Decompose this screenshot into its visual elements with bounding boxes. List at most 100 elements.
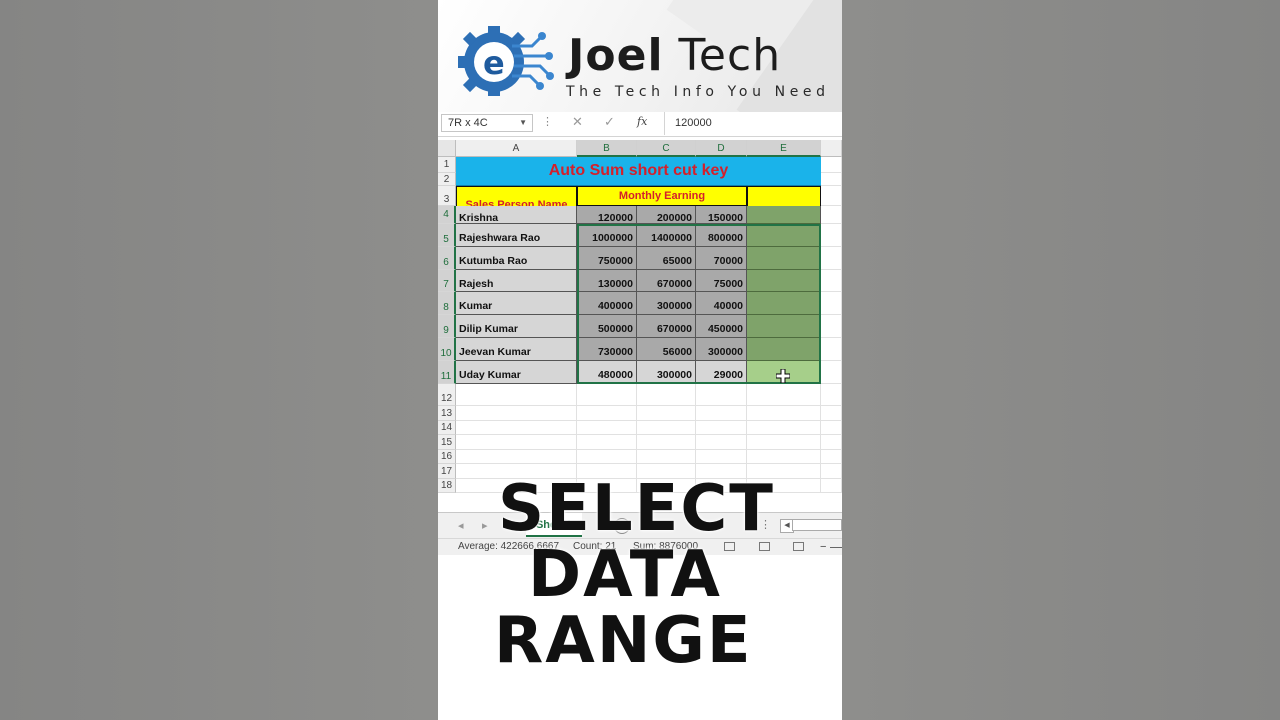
insert-function-icon[interactable]: fx: [637, 115, 647, 128]
grid-cell[interactable]: [821, 450, 842, 464]
grid-cell[interactable]: [456, 406, 577, 421]
grid-cell[interactable]: [747, 384, 821, 406]
cell-value[interactable]: 29000: [696, 361, 747, 384]
confirm-entry-icon[interactable]: ✓: [604, 114, 615, 130]
cell-value[interactable]: 56000: [637, 338, 696, 361]
cell-value[interactable]: 300000: [637, 361, 696, 384]
cell-name[interactable]: Kumar: [456, 292, 577, 315]
name-box[interactable]: 7R x 4C ▼: [441, 114, 533, 132]
grid-cell[interactable]: [577, 384, 637, 406]
grid-cell[interactable]: [821, 384, 842, 406]
cell-name[interactable]: Rajeshwara Rao: [456, 224, 577, 247]
cell-value[interactable]: 480000: [577, 361, 637, 384]
cell-value[interactable]: 120000: [577, 206, 637, 224]
name-box-dropdown-icon[interactable]: ▼: [519, 115, 527, 131]
grid-cell[interactable]: [747, 435, 821, 450]
row-header-13[interactable]: 13: [438, 406, 456, 421]
cell-value[interactable]: 730000: [577, 338, 637, 361]
column-header-b[interactable]: B: [577, 140, 637, 157]
grid-cell[interactable]: [821, 292, 842, 315]
cell-value[interactable]: 200000: [637, 206, 696, 224]
row-header-8[interactable]: 8: [438, 292, 456, 315]
row-header-15[interactable]: 15: [438, 435, 456, 450]
column-header-c[interactable]: C: [637, 140, 696, 157]
column-header-e[interactable]: E: [747, 140, 821, 157]
grid-cell[interactable]: [456, 450, 577, 464]
column-header-f[interactable]: [821, 140, 842, 157]
grid-cell[interactable]: [577, 450, 637, 464]
row-header-7[interactable]: 7: [438, 270, 456, 292]
cell-value[interactable]: 450000: [696, 315, 747, 338]
grid-cell[interactable]: [577, 421, 637, 435]
cell-name[interactable]: Dilip Kumar: [456, 315, 577, 338]
cell-value[interactable]: 40000: [696, 292, 747, 315]
grid-cell[interactable]: [456, 384, 577, 406]
grid-cell[interactable]: [637, 406, 696, 421]
grid-cell[interactable]: [696, 384, 747, 406]
grid-cell[interactable]: [456, 421, 577, 435]
cell-value[interactable]: 130000: [577, 270, 637, 292]
cell-sum[interactable]: [747, 315, 821, 338]
grid-cell[interactable]: [747, 421, 821, 435]
grid-cell[interactable]: [821, 157, 842, 173]
grid-cell[interactable]: [821, 338, 842, 361]
cell-value[interactable]: 1400000: [637, 224, 696, 247]
grid-cell[interactable]: [821, 435, 842, 450]
cell-value[interactable]: 300000: [637, 292, 696, 315]
grid-cell[interactable]: [696, 450, 747, 464]
row-header-10[interactable]: 10: [438, 338, 456, 361]
cell-value[interactable]: 70000: [696, 247, 747, 270]
previous-sheet-icon[interactable]: ◂: [458, 519, 464, 532]
grid-cell[interactable]: [821, 315, 842, 338]
grid-cell[interactable]: [821, 206, 842, 224]
grid-cell[interactable]: [637, 421, 696, 435]
cell-value[interactable]: 750000: [577, 247, 637, 270]
grid-cell[interactable]: [821, 421, 842, 435]
grid-cell[interactable]: [821, 224, 842, 247]
grid-cell[interactable]: [577, 435, 637, 450]
cell-name[interactable]: Uday Kumar: [456, 361, 577, 384]
row-header-16[interactable]: 16: [438, 450, 456, 464]
cell-name[interactable]: Krishna: [456, 206, 577, 224]
cell-value[interactable]: 500000: [577, 315, 637, 338]
grid-cell[interactable]: [747, 406, 821, 421]
row-header-1[interactable]: 1: [438, 157, 456, 173]
cell-value[interactable]: 400000: [577, 292, 637, 315]
grid-cell[interactable]: [821, 361, 842, 384]
cell-value[interactable]: 150000: [696, 206, 747, 224]
grid-cell[interactable]: [747, 450, 821, 464]
row-header-14[interactable]: 14: [438, 421, 456, 435]
cell-value[interactable]: 670000: [637, 315, 696, 338]
row-header-11[interactable]: 11: [438, 361, 456, 384]
cell-name[interactable]: Kutumba Rao: [456, 247, 577, 270]
cell-sum[interactable]: [747, 338, 821, 361]
formula-input[interactable]: 120000: [664, 112, 842, 135]
column-header-a[interactable]: A: [456, 140, 577, 157]
cell-sum[interactable]: [747, 206, 821, 224]
cell-sum[interactable]: [747, 270, 821, 292]
cell-name[interactable]: Rajesh: [456, 270, 577, 292]
cell-name[interactable]: Jeevan Kumar: [456, 338, 577, 361]
grid-cell[interactable]: [821, 406, 842, 421]
grid-cell[interactable]: [821, 247, 842, 270]
cell-value[interactable]: 800000: [696, 224, 747, 247]
cell-value[interactable]: 300000: [696, 338, 747, 361]
cell-sum[interactable]: [747, 292, 821, 315]
row-header-3[interactable]: 3: [438, 186, 456, 206]
grid-cell[interactable]: [577, 406, 637, 421]
grid-cell[interactable]: [821, 173, 842, 186]
grid-cell[interactable]: [637, 384, 696, 406]
sheet-title[interactable]: Auto Sum short cut key: [456, 157, 821, 186]
cell-value[interactable]: 75000: [696, 270, 747, 292]
header-monthly-earning[interactable]: Monthly Earning: [577, 186, 747, 206]
cell-sum[interactable]: [747, 224, 821, 247]
row-header-9[interactable]: 9: [438, 315, 456, 338]
grid-cell[interactable]: [696, 421, 747, 435]
grid-cell[interactable]: [456, 435, 577, 450]
row-header-2[interactable]: 2: [438, 173, 456, 186]
row-header-5[interactable]: 5: [438, 224, 456, 247]
next-sheet-icon[interactable]: ▸: [482, 519, 488, 532]
grid-cell[interactable]: [696, 406, 747, 421]
row-header-18[interactable]: 18: [438, 479, 456, 493]
row-header-17[interactable]: 17: [438, 464, 456, 479]
